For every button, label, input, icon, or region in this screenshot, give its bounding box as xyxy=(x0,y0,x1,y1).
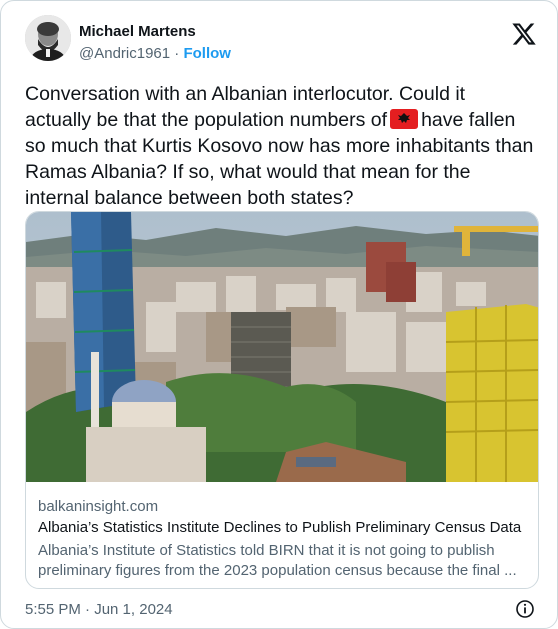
separator-dot: · xyxy=(174,45,180,62)
tirana-cityscape-image xyxy=(26,212,538,482)
link-description: Albania’s Institute of Statistics told B… xyxy=(38,541,532,581)
tweet-timestamp[interactable]: 5:55 PM · Jun 1, 2024 xyxy=(25,601,173,618)
avatar[interactable] xyxy=(25,15,71,61)
link-domain: balkaninsight.com xyxy=(38,498,159,515)
tweet-text: Conversation with an Albanian interlocut… xyxy=(25,81,535,211)
tweet-header: Michael Martens @Andric1961 · Follow xyxy=(25,15,543,67)
link-description-line1: Albania’s Institute of Statistics told B… xyxy=(38,542,495,559)
link-preview-card[interactable]: balkaninsight.com Albania’s Statistics I… xyxy=(25,211,539,589)
tweet-card: Michael Martens @Andric1961 · Follow Con… xyxy=(0,0,558,629)
author-handle[interactable]: @Andric1961 xyxy=(79,45,170,62)
author-handle-line: @Andric1961 · Follow xyxy=(79,45,231,62)
link-title[interactable]: Albania’s Statistics Institute Declines … xyxy=(38,519,521,536)
follow-button[interactable]: Follow xyxy=(183,45,231,62)
author-name[interactable]: Michael Martens xyxy=(79,23,196,40)
link-description-line2: preliminary figures from the 2023 popula… xyxy=(38,562,517,579)
info-icon[interactable] xyxy=(515,599,535,619)
tweet-footer: 5:55 PM · Jun 1, 2024 xyxy=(25,599,543,623)
x-logo-icon[interactable] xyxy=(511,21,537,47)
albania-flag-icon xyxy=(390,109,419,129)
